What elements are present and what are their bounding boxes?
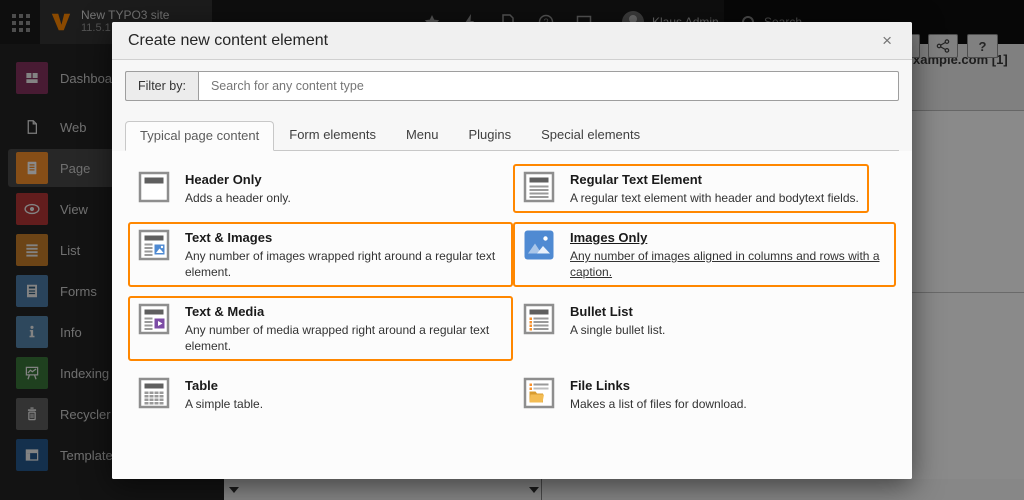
content-card-bullet-list[interactable]: Bullet List A single bullet list. bbox=[513, 296, 675, 345]
card-title: Regular Text Element bbox=[570, 171, 859, 188]
card-description: Any number of images wrapped right aroun… bbox=[185, 248, 503, 280]
filter-label: Filter by: bbox=[125, 71, 198, 101]
tab-panel: Header Only Adds a header only. Regular … bbox=[112, 151, 912, 479]
tab-plugins[interactable]: Plugins bbox=[453, 120, 526, 150]
modal-header: Create new content element × bbox=[112, 22, 912, 60]
card-title: Images Only bbox=[570, 229, 886, 246]
modal-title: Create new content element bbox=[128, 32, 328, 50]
tab-special-elements[interactable]: Special elements bbox=[526, 120, 655, 150]
text-media-icon bbox=[138, 303, 170, 335]
table-icon bbox=[138, 377, 170, 409]
card-description: Any number of images aligned in columns … bbox=[570, 248, 886, 280]
card-title: Bullet List bbox=[570, 303, 665, 320]
filter-group: Filter by: bbox=[125, 71, 899, 101]
card-title: Header Only bbox=[185, 171, 291, 188]
modal-body: Filter by: Typical page content Form ele… bbox=[112, 60, 912, 479]
content-card-text-media[interactable]: Text & Media Any number of media wrapped… bbox=[128, 296, 513, 361]
card-title: Text & Images bbox=[185, 229, 503, 246]
close-icon[interactable]: × bbox=[878, 30, 896, 51]
tab-menu[interactable]: Menu bbox=[391, 120, 454, 150]
tab-form-elements[interactable]: Form elements bbox=[274, 120, 391, 150]
card-description: A single bullet list. bbox=[570, 322, 665, 338]
typo3-backend: New TYPO3 site 11.5.1 ? Klaus Admin Sear… bbox=[0, 0, 1024, 500]
bullet-list-icon bbox=[523, 303, 555, 335]
card-description: Adds a header only. bbox=[185, 190, 291, 206]
tab-typical-page-content[interactable]: Typical page content bbox=[125, 121, 274, 151]
tab-bar: Typical page content Form elements Menu … bbox=[125, 124, 899, 151]
card-description: Makes a list of files for download. bbox=[570, 396, 747, 412]
create-content-modal: Create new content element × Filter by: … bbox=[112, 22, 912, 479]
content-card-text-images[interactable]: Text & Images Any number of images wrapp… bbox=[128, 222, 513, 287]
content-type-search-input[interactable] bbox=[198, 71, 899, 101]
content-card-table[interactable]: Table A simple table. bbox=[128, 370, 273, 419]
content-card-header-only[interactable]: Header Only Adds a header only. bbox=[128, 164, 301, 213]
text-images-icon bbox=[138, 229, 170, 261]
card-description: A simple table. bbox=[185, 396, 263, 412]
file-links-icon bbox=[523, 377, 555, 409]
card-title: Text & Media bbox=[185, 303, 503, 320]
card-description: A regular text element with header and b… bbox=[570, 190, 859, 206]
images-only-icon bbox=[523, 229, 555, 261]
card-description: Any number of media wrapped right around… bbox=[185, 322, 503, 354]
content-element-grid: Header Only Adds a header only. Regular … bbox=[128, 164, 896, 419]
regular-text-icon bbox=[523, 171, 555, 203]
content-card-images-only[interactable]: Images Only Any number of images aligned… bbox=[513, 222, 896, 287]
header-only-icon bbox=[138, 171, 170, 203]
content-card-file-links[interactable]: File Links Makes a list of files for dow… bbox=[513, 370, 757, 419]
card-title: Table bbox=[185, 377, 263, 394]
card-title: File Links bbox=[570, 377, 747, 394]
content-card-regular-text[interactable]: Regular Text Element A regular text elem… bbox=[513, 164, 869, 213]
